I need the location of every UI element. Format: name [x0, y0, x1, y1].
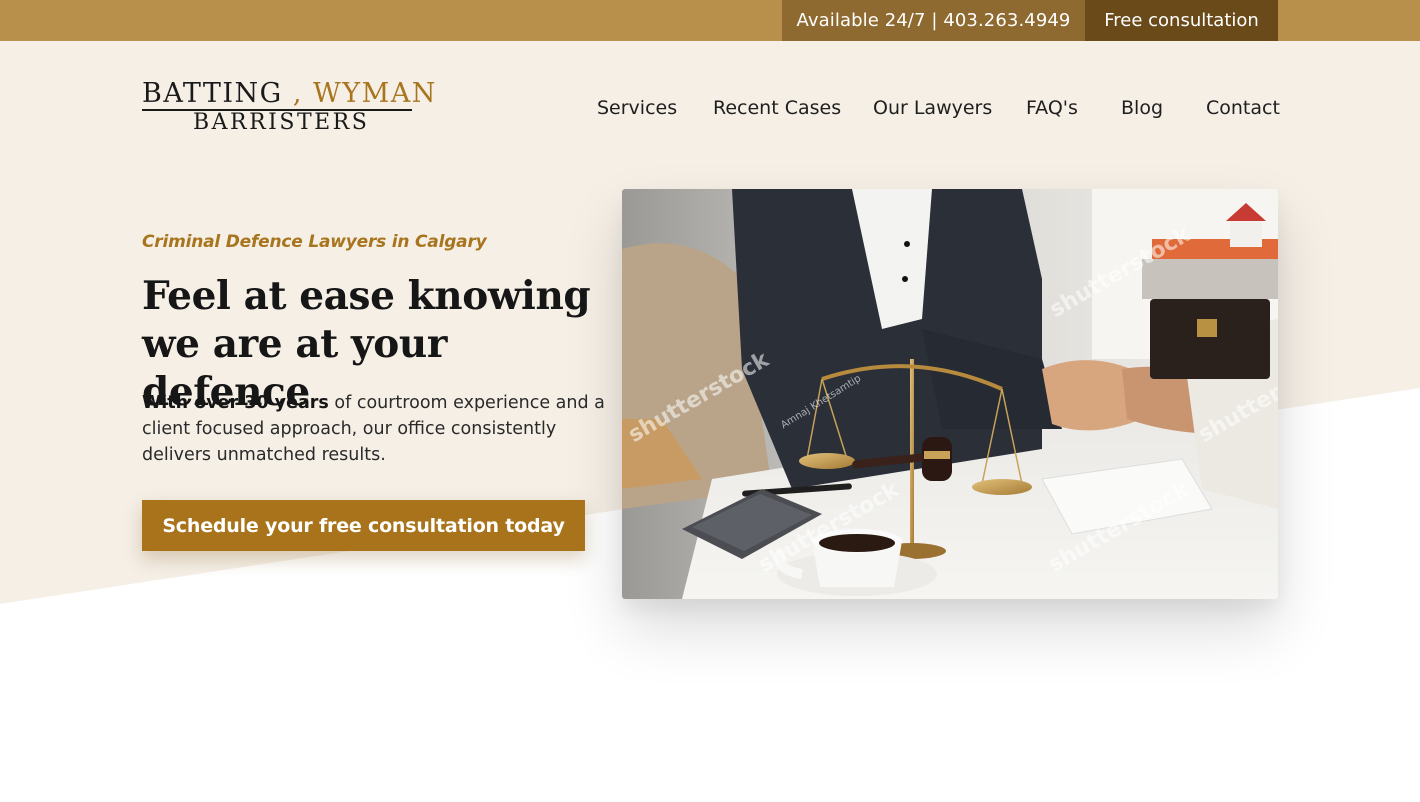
hero-intro-highlight: With over 30 years	[142, 393, 329, 413]
nav-item-services[interactable]: Services	[597, 93, 677, 123]
nav-item-contact[interactable]: Contact	[1206, 93, 1280, 123]
hero-eyebrow: Criminal Defence Lawyers in Calgary	[142, 232, 487, 252]
free-consultation-button[interactable]: Free consultation	[1085, 0, 1278, 41]
nav-item-our-lawyers[interactable]: Our Lawyers	[873, 93, 992, 123]
main-nav: Services Recent Cases Our Lawyers FAQ's …	[0, 93, 1420, 123]
hero-intro: With over 30 years of courtroom experien…	[142, 390, 612, 468]
availability-phone[interactable]: Available 24/7 | 403.263.4949	[782, 0, 1085, 41]
handshake-illustration: shutterstock shutterstock shutterstock s…	[622, 189, 1278, 599]
nav-item-blog[interactable]: Blog	[1121, 93, 1163, 123]
nav-item-recent-cases[interactable]: Recent Cases	[713, 93, 841, 123]
nav-item-faqs[interactable]: FAQ's	[1026, 93, 1078, 123]
top-bar: Available 24/7 | 403.263.4949 Free consu…	[0, 0, 1420, 41]
hero-photo: shutterstock shutterstock shutterstock s…	[622, 189, 1278, 599]
schedule-consultation-button[interactable]: Schedule your free consultation today	[142, 500, 585, 551]
